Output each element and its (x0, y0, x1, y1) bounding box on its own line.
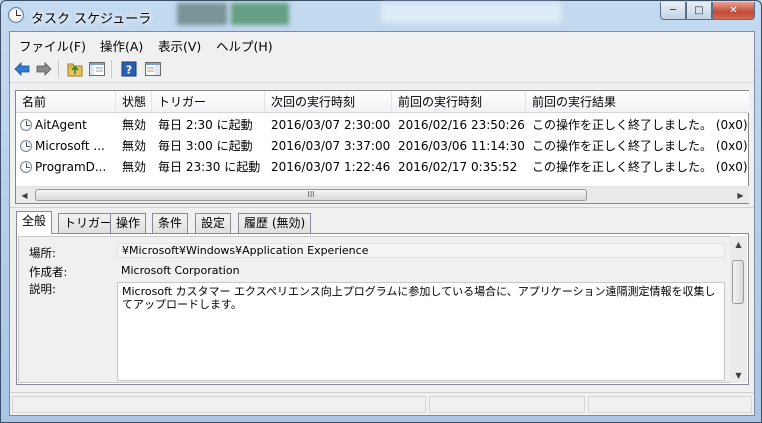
column-header-last-run[interactable]: 前回の実行時刻 (392, 91, 526, 113)
status-pane (588, 396, 752, 413)
task-status: 無効 (122, 118, 147, 132)
menu-view[interactable]: 表示(V) (158, 36, 201, 55)
background-blur (381, 3, 561, 23)
task-clock-icon (20, 119, 32, 131)
task-scheduler-window: タスク スケジューラ ─ □ ✕ ファイル(F) 操作(A) 表示(V) ヘルプ… (0, 0, 762, 423)
help-glyph: ? (126, 64, 132, 77)
toolbar-separator (58, 60, 59, 78)
scrollbar-thumb[interactable]: III (35, 189, 587, 201)
task-last-result: この操作を正しく終了しました。 (0x0) (532, 118, 748, 132)
task-last-run: 2016/03/06 11:14:30 (398, 139, 525, 153)
column-header-name[interactable]: 名前 (16, 91, 116, 113)
background-blur (231, 3, 289, 25)
task-list[interactable]: 名前 状態 トリガー 次回の実行時刻 前回の実行時刻 前回の実行結果 AitAg… (15, 90, 749, 204)
task-list-header: 名前 状態 トリガー 次回の実行時刻 前回の実行時刻 前回の実行結果 (16, 91, 749, 113)
task-name-cell: Microsoft ... (16, 136, 116, 157)
status-pane (429, 396, 585, 413)
task-name: ProgramD... (35, 160, 107, 174)
client-area: ファイル(F) 操作(A) 表示(V) ヘルプ(H) ? 名前 状態 トリガー … (9, 31, 755, 416)
author-value[interactable]: Microsoft Corporation (117, 264, 240, 277)
scroll-left-arrow-icon[interactable]: ◀ (16, 187, 33, 203)
pane-splitter[interactable] (10, 207, 754, 210)
scroll-right-arrow-icon[interactable]: ▶ (732, 187, 749, 203)
task-name-cell: ProgramD... (16, 157, 116, 178)
general-details: 場所: ¥Microsoft¥Windows¥Application Exper… (18, 236, 731, 383)
toolbar: ? (10, 55, 754, 83)
task-next-run: 2016/03/07 1:22:46 (271, 160, 391, 174)
location-value[interactable]: ¥Microsoft¥Windows¥Application Experienc… (117, 243, 725, 258)
task-trigger: 毎日 2:30 に起動 (158, 118, 253, 132)
forward-icon[interactable] (35, 60, 53, 78)
menu-file[interactable]: ファイル(F) (19, 36, 86, 55)
task-clock-icon (20, 161, 32, 173)
column-header-next-run[interactable]: 次回の実行時刻 (265, 91, 392, 113)
task-last-run: 2016/02/16 23:50:26 (398, 118, 525, 132)
tab-settings[interactable]: 設定 (195, 213, 232, 233)
menu-help[interactable]: ヘルプ(H) (216, 36, 273, 55)
task-list-horizontal-scrollbar[interactable]: ◀ III ▶ (16, 186, 749, 203)
task-last-run: 2016/02/17 0:35:52 (398, 160, 518, 174)
task-last-result: この操作を正しく終了しました。 (0x0) (532, 139, 748, 153)
task-last-result: この操作を正しく終了しました。 (0x0) (532, 160, 748, 174)
scrollbar-thumb[interactable] (732, 260, 744, 304)
task-row[interactable]: AitAgent 無効 毎日 2:30 に起動 2016/03/07 2:30:… (16, 115, 749, 136)
tab-history[interactable]: 履歴 (無効) (238, 213, 312, 233)
tab-conditions[interactable]: 条件 (152, 213, 189, 233)
location-label: 場所: (29, 246, 56, 260)
task-trigger: 毎日 23:30 に起動 (158, 160, 261, 174)
window-title: タスク スケジューラ (31, 12, 152, 27)
back-icon[interactable] (13, 60, 31, 78)
tab-actions[interactable]: 操作 (110, 213, 147, 233)
help-icon[interactable]: ? (120, 60, 138, 78)
column-header-last-result[interactable]: 前回の実行結果 (526, 91, 749, 113)
scrollbar-grip: III (307, 190, 315, 199)
task-next-run: 2016/03/07 3:37:00 (271, 139, 391, 153)
description-value[interactable]: Microsoft カスタマー エクスペリエンス向上プログラムに参加している場合… (117, 282, 725, 381)
author-label: 作成者: (29, 265, 68, 279)
background-blur (177, 3, 227, 25)
task-row[interactable]: Microsoft ... 無効 毎日 3:00 に起動 2016/03/07 … (16, 136, 749, 157)
tab-general[interactable]: 全般 (16, 211, 53, 234)
scroll-up-arrow-icon[interactable]: ▲ (730, 236, 747, 252)
task-name-cell: AitAgent (16, 115, 116, 136)
task-row[interactable]: ProgramD... 無効 毎日 23:30 に起動 2016/03/07 1… (16, 157, 749, 178)
menu-bar: ファイル(F) 操作(A) 表示(V) ヘルプ(H) (10, 32, 754, 54)
close-button[interactable]: ✕ (712, 2, 755, 20)
clock-icon (8, 7, 24, 23)
scroll-down-arrow-icon[interactable]: ▼ (730, 367, 747, 383)
menu-action[interactable]: 操作(A) (100, 36, 143, 55)
description-label: 説明: (29, 282, 56, 296)
column-header-trigger[interactable]: トリガー (152, 91, 265, 113)
up-folder-icon[interactable] (66, 60, 84, 78)
task-name: Microsoft ... (35, 139, 105, 153)
status-pane (12, 396, 426, 413)
show-hide-console-tree-icon[interactable] (88, 60, 106, 78)
detail-tabs: 全般 トリガー 操作 条件 設定 履歴 (無効) (16, 211, 749, 234)
task-name: AitAgent (35, 118, 87, 132)
title-bar[interactable]: タスク スケジューラ ─ □ ✕ (1, 1, 761, 31)
task-status: 無効 (122, 160, 147, 174)
show-hide-action-pane-icon[interactable] (144, 60, 162, 78)
maximize-button[interactable]: □ (686, 2, 712, 20)
status-bar (10, 392, 754, 415)
general-tab-panel: 場所: ¥Microsoft¥Windows¥Application Exper… (16, 233, 749, 385)
tab-triggers[interactable]: トリガー (58, 213, 119, 233)
toolbar-separator (111, 60, 112, 78)
detail-vertical-scrollbar[interactable]: ▲ ▼ (730, 236, 747, 383)
task-clock-icon (20, 140, 32, 152)
minimize-button[interactable]: ─ (660, 2, 686, 20)
task-trigger: 毎日 3:00 に起動 (158, 139, 253, 153)
column-header-status[interactable]: 状態 (116, 91, 152, 113)
task-status: 無効 (122, 139, 147, 153)
task-next-run: 2016/03/07 2:30:00 (271, 118, 391, 132)
